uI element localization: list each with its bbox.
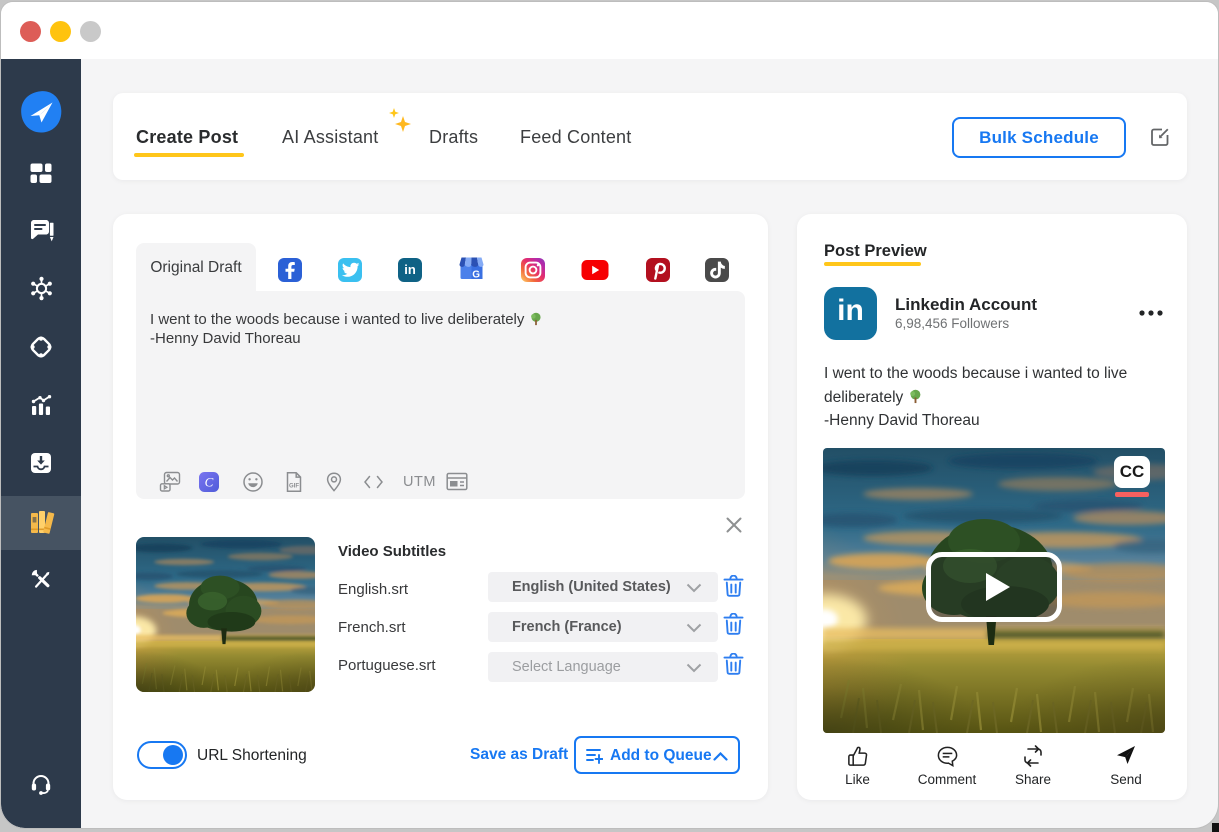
svg-text:G: G [472,270,480,281]
svg-text:C: C [205,475,214,490]
svg-text:GIF: GIF [289,484,299,490]
